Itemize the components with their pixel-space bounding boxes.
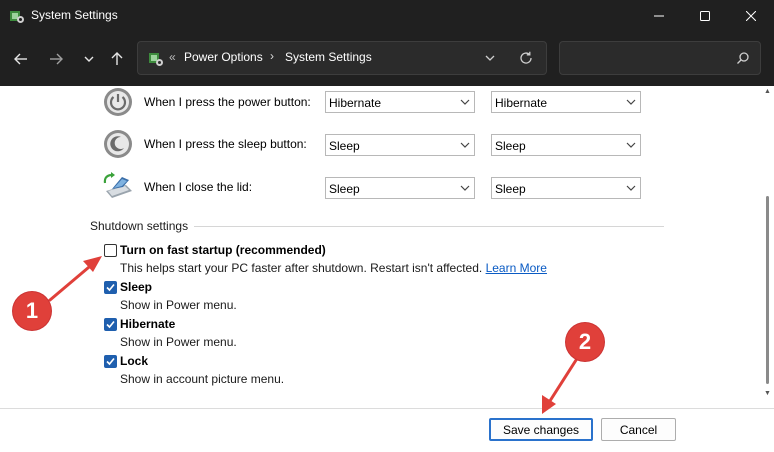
sleep-button-on-battery-select[interactable]: Sleep xyxy=(325,134,475,156)
system-settings-app-icon xyxy=(10,11,24,23)
address-dropdown-icon[interactable] xyxy=(483,51,497,65)
address-bar[interactable]: « Power Options › System Settings xyxy=(137,41,547,75)
scrollbar-thumb[interactable] xyxy=(766,196,769,384)
title-bar: System Settings xyxy=(0,0,774,32)
cancel-button[interactable]: Cancel xyxy=(601,418,676,441)
power-button-icon xyxy=(104,88,132,116)
forward-button[interactable] xyxy=(43,46,69,72)
select-value: Sleep xyxy=(329,182,360,196)
breadcrumb-system-settings[interactable]: System Settings xyxy=(285,50,372,64)
sleep-button-plugged-in-select[interactable]: Sleep xyxy=(491,134,641,156)
chevron-down-icon xyxy=(460,142,470,148)
recent-locations-button[interactable] xyxy=(76,46,102,72)
select-value: Hibernate xyxy=(495,96,548,110)
select-value: Hibernate xyxy=(329,96,382,110)
sleep-button-label: When I press the sleep button: xyxy=(144,137,307,151)
chevron-down-icon xyxy=(460,185,470,191)
power-button-plugged-in-select[interactable]: Hibernate xyxy=(491,91,641,113)
hibernate-menu-checkbox[interactable] xyxy=(104,318,117,331)
save-changes-button[interactable]: Save changes xyxy=(489,418,593,441)
chevron-down-icon xyxy=(626,142,636,148)
power-button-on-battery-select[interactable]: Hibernate xyxy=(325,91,475,113)
lock-menu-label[interactable]: Lock xyxy=(120,354,148,368)
select-value: Sleep xyxy=(495,139,526,153)
power-button-label: When I press the power button: xyxy=(144,95,311,109)
footer-divider xyxy=(0,408,774,409)
maximize-button[interactable] xyxy=(682,0,728,32)
checkmark-icon xyxy=(106,283,115,292)
lid-close-on-battery-select[interactable]: Sleep xyxy=(325,177,475,199)
learn-more-link[interactable]: Learn More xyxy=(486,261,547,275)
fast-startup-label[interactable]: Turn on fast startup (recommended) xyxy=(120,243,326,257)
close-icon xyxy=(746,11,756,21)
sleep-menu-checkbox[interactable] xyxy=(104,281,117,294)
select-value: Sleep xyxy=(329,139,360,153)
lock-menu-description: Show in account picture menu. xyxy=(120,372,285,386)
shutdown-settings-heading: Shutdown settings xyxy=(90,219,189,233)
annotation-badge-2: 2 xyxy=(566,323,604,361)
vertical-scrollbar[interactable]: ▲ ▼ xyxy=(762,86,774,408)
scroll-up-icon[interactable]: ▲ xyxy=(764,88,771,95)
chevron-down-icon xyxy=(626,185,636,191)
up-button[interactable] xyxy=(104,46,130,72)
section-divider xyxy=(194,226,664,227)
fast-startup-description-text: This helps start your PC faster after sh… xyxy=(120,261,483,275)
chevron-down-icon xyxy=(626,99,636,105)
minimize-icon xyxy=(654,15,664,17)
scroll-down-icon[interactable]: ▼ xyxy=(764,390,771,397)
window-title: System Settings xyxy=(31,8,118,22)
arrow-up-icon xyxy=(111,52,123,65)
breadcrumb-power-options[interactable]: Power Options xyxy=(184,50,263,64)
search-box[interactable] xyxy=(559,41,761,75)
lock-menu-checkbox[interactable] xyxy=(104,355,117,368)
breadcrumb-overflow[interactable]: « xyxy=(169,50,176,64)
chevron-down-icon xyxy=(84,56,94,62)
settings-panel: When I press the power button: Hibernate… xyxy=(0,86,774,452)
maximize-icon xyxy=(700,11,710,21)
chevron-down-icon xyxy=(460,99,470,105)
arrow-right-icon xyxy=(50,53,63,65)
breadcrumb-separator[interactable]: › xyxy=(270,49,274,63)
navigation-bar: « Power Options › System Settings xyxy=(0,32,774,86)
control-panel-icon xyxy=(149,53,163,66)
search-icon xyxy=(737,52,749,64)
sleep-menu-description: Show in Power menu. xyxy=(120,298,237,312)
laptop-lid-icon xyxy=(103,172,132,198)
lid-close-label: When I close the lid: xyxy=(144,180,253,194)
minimize-button[interactable] xyxy=(636,0,682,32)
arrow-left-icon xyxy=(14,53,27,65)
lid-close-plugged-in-select[interactable]: Sleep xyxy=(491,177,641,199)
sleep-menu-label[interactable]: Sleep xyxy=(120,280,152,294)
select-value: Sleep xyxy=(495,182,526,196)
fast-startup-description: This helps start your PC faster after sh… xyxy=(120,261,547,275)
back-button[interactable] xyxy=(8,46,34,72)
sleep-button-icon xyxy=(104,130,132,158)
annotation-badge-1: 1 xyxy=(13,292,51,330)
refresh-icon[interactable] xyxy=(518,50,534,66)
close-button[interactable] xyxy=(728,0,774,32)
checkmark-icon xyxy=(106,320,115,329)
hibernate-menu-description: Show in Power menu. xyxy=(120,335,237,349)
hibernate-menu-label[interactable]: Hibernate xyxy=(120,317,175,331)
checkmark-icon xyxy=(106,357,115,366)
fast-startup-checkbox[interactable] xyxy=(104,244,117,257)
